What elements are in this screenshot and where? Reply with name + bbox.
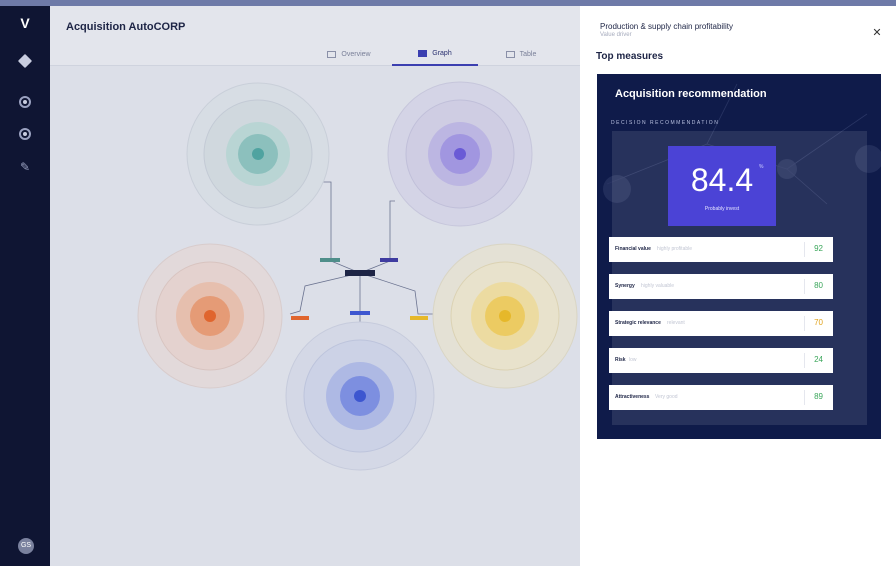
tab-label: Table [519, 50, 537, 58]
metric-row[interactable]: Risk low 24 [609, 348, 833, 373]
metric-description: relevant [667, 320, 685, 326]
app-logo[interactable]: V [18, 16, 32, 30]
center-node[interactable] [345, 270, 375, 276]
metric-divider [804, 353, 805, 368]
score-box: 84.4 % Probably invest [668, 146, 776, 226]
table-icon [505, 50, 515, 58]
user-avatar[interactable]: GS [18, 538, 34, 554]
nav-target-icon[interactable] [19, 128, 31, 140]
card-caption: DECISION RECOMMENDATION [611, 120, 720, 126]
wrench-icon[interactable]: ✎ [20, 160, 30, 174]
panel-subtitle: Value driver [600, 32, 632, 38]
metric-name: Strategic relevance [615, 320, 661, 326]
tab-label: Overview [341, 50, 371, 58]
tab-label: Graph [432, 49, 452, 57]
graph-canvas [137, 81, 578, 471]
metric-name: Financial value [615, 246, 651, 252]
graph-icon [418, 49, 428, 57]
grid-icon [327, 50, 337, 58]
metric-name: Attractiveness [615, 394, 650, 400]
metric-row[interactable]: Strategic relevance relevant 70 [609, 311, 833, 336]
tab-overview[interactable]: Overview [306, 42, 392, 66]
edge-purple [359, 200, 395, 274]
metric-row[interactable]: Synergy highly valuable 80 [609, 274, 833, 299]
metric-row[interactable]: Attractiveness Very good 89 [609, 385, 833, 410]
main-area: Acquisition AutoCORP Overview Graph Tabl… [50, 6, 580, 566]
metric-divider [804, 242, 805, 257]
purple-cluster[interactable] [387, 81, 533, 227]
metric-value: 80 [814, 281, 823, 290]
orange-cluster[interactable] [137, 243, 283, 389]
detail-panel: Production & supply chain profitability … [580, 6, 896, 566]
metric-description: highly valuable [641, 283, 675, 289]
blue-hub-label[interactable] [350, 311, 370, 315]
edge-yellow [359, 272, 435, 315]
metric-description: Very good [655, 394, 678, 400]
metric-description: low [629, 357, 637, 363]
app-window: V ✎ GS Acquisition AutoCORP Overview Gra… [0, 6, 896, 566]
purple-hub-label[interactable] [380, 258, 398, 262]
blue-cluster[interactable] [285, 321, 435, 471]
score-label: Probably invest [704, 206, 740, 212]
metric-description: highly profitable [657, 246, 693, 252]
metric-value: 70 [814, 318, 823, 327]
metric-name: Risk [615, 357, 626, 363]
left-navigation-rail: V ✎ GS [0, 6, 50, 566]
metric-divider [804, 316, 805, 331]
card-title: Acquisition recommendation [615, 88, 767, 100]
page-title: Acquisition AutoCORP [66, 21, 186, 33]
teal-hub-label[interactable] [320, 258, 340, 262]
edge-orange [289, 272, 361, 315]
top-bar: Acquisition AutoCORP Overview Graph Tabl… [50, 6, 580, 66]
yellow-hub-label[interactable] [410, 316, 428, 320]
metric-divider [804, 279, 805, 294]
nav-circle-icon[interactable] [19, 96, 31, 108]
metric-name: Synergy [615, 283, 635, 289]
metric-value: 89 [814, 392, 823, 401]
close-icon[interactable]: ✕ [870, 26, 884, 40]
metric-divider [804, 390, 805, 405]
metric-row[interactable]: Financial value highly profitable 92 [609, 237, 833, 262]
tab-graph[interactable]: Graph [392, 42, 478, 66]
tab-table[interactable]: Table [478, 42, 564, 66]
metric-value: 24 [814, 355, 823, 364]
network-graph[interactable] [50, 66, 580, 566]
score-unit: % [759, 164, 764, 170]
home-icon[interactable] [17, 53, 33, 69]
panel-title: Production & supply chain profitability [600, 22, 733, 31]
teal-cluster[interactable] [186, 82, 330, 226]
yellow-cluster[interactable] [432, 243, 578, 389]
metric-value: 92 [814, 244, 823, 253]
section-title: Top measures [596, 51, 664, 62]
view-tabs: Overview Graph Table [306, 42, 564, 66]
orange-hub-label[interactable] [291, 316, 309, 320]
